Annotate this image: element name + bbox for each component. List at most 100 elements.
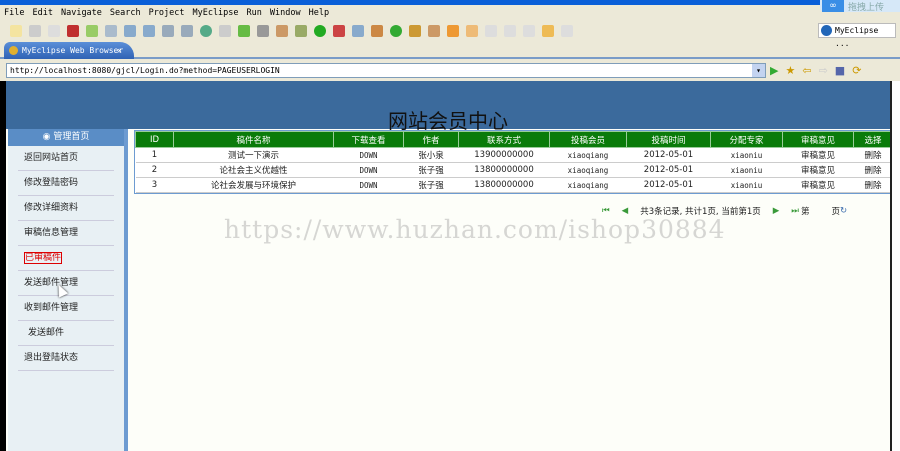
next-annotation-icon[interactable]: [485, 25, 497, 37]
g-icon[interactable]: [390, 25, 402, 37]
cell-title: 论社会主义优越性: [173, 162, 334, 178]
address-bar[interactable]: http://localhost:8080/gjcl/Login.do?meth…: [6, 63, 766, 78]
cell-opinion[interactable]: 审稿意见: [782, 177, 854, 193]
scrollbar[interactable]: [890, 81, 900, 451]
cell-title: 测试一下演示: [173, 147, 334, 163]
go-icon[interactable]: ↻: [840, 206, 847, 216]
menu-file[interactable]: File: [4, 6, 24, 20]
back-icon[interactable]: [542, 25, 554, 37]
cell-contact: 13800000000: [458, 177, 550, 193]
wizard-icon[interactable]: [276, 25, 288, 37]
menu-search[interactable]: Search: [110, 6, 141, 20]
new-class-icon[interactable]: [352, 25, 364, 37]
col-title: 稿件名称: [173, 131, 334, 148]
run-icon[interactable]: [314, 25, 326, 37]
back-icon[interactable]: ⇦: [802, 64, 811, 77]
upload-widget[interactable]: ∞ 拖拽上传: [820, 0, 900, 13]
console-icon[interactable]: [257, 25, 269, 37]
cell-expert: xiaoniu: [710, 177, 783, 193]
col-contact: 联系方式: [458, 131, 550, 148]
sidebar-item-review-info[interactable]: 审稿信息管理: [18, 221, 114, 246]
report-icon[interactable]: [181, 25, 193, 37]
sidebar-item-send-mail[interactable]: 发送邮件: [18, 321, 114, 346]
jar-icon[interactable]: [219, 25, 231, 37]
col-member: 投稿会员: [549, 131, 627, 148]
sidebar-item-label: 发送邮件: [28, 328, 65, 338]
cell-download[interactable]: DOWN: [333, 177, 404, 193]
save-icon[interactable]: [29, 25, 41, 37]
new-icon[interactable]: [10, 25, 22, 37]
perspective-button[interactable]: MyEclipse ...: [818, 23, 896, 48]
sidebar-item-password[interactable]: 修改登陆密码: [18, 171, 114, 196]
table-row: 2 论社会主义优越性 DOWN 张子强 13800000000 xiaoqiang 2012…: [135, 162, 893, 178]
sidebar-item-label: 审稿信息管理: [24, 228, 79, 238]
close-icon[interactable]: ✕: [117, 42, 122, 59]
refresh-icon[interactable]: [238, 25, 250, 37]
menu-navigate[interactable]: Navigate: [61, 6, 102, 20]
sidebar: ◉ 管理首页 返回网站首页 修改登陆密码 修改详细资料 审稿信息管理 已审稿件 …: [8, 129, 128, 451]
browser-icon: [9, 46, 18, 55]
open-type-icon[interactable]: [409, 25, 421, 37]
menu-edit[interactable]: Edit: [32, 6, 52, 20]
sidebar-item-reviewed[interactable]: 已审稿件: [18, 246, 114, 271]
menu-run[interactable]: Run: [247, 6, 262, 20]
page-number-input[interactable]: [809, 205, 832, 217]
cell-download[interactable]: DOWN: [333, 162, 404, 178]
sidebar-item-profile[interactable]: 修改详细资料: [18, 196, 114, 221]
cell-member: xiaoqiang: [549, 177, 627, 193]
debug-icon[interactable]: [86, 25, 98, 37]
last-page-icon[interactable]: ⏭: [791, 206, 799, 216]
cell-author: 张子强: [403, 162, 459, 178]
open-resource-icon[interactable]: [447, 25, 459, 37]
external-tools-icon[interactable]: [333, 25, 345, 37]
globe-icon[interactable]: [200, 25, 212, 37]
cell-opinion[interactable]: 审稿意见: [782, 162, 854, 178]
favorites-icon[interactable]: ★: [785, 64, 795, 77]
cell-opinion[interactable]: 审稿意见: [782, 147, 854, 163]
forward-icon[interactable]: [561, 25, 573, 37]
menu-myeclipse[interactable]: MyEclipse: [192, 6, 238, 20]
sidebar-item-home[interactable]: 返回网站首页: [18, 146, 114, 171]
forward-icon[interactable]: ⇨: [819, 64, 828, 77]
chevron-down-icon[interactable]: ▾: [752, 64, 765, 77]
watermark: https://www.huzhan.com/ishop30884: [224, 215, 726, 244]
cell-delete[interactable]: 删除: [853, 177, 893, 193]
sidebar-head-label: 管理首页: [53, 132, 90, 142]
cell-title: 论社会发展与环境保护: [173, 177, 334, 193]
deploy-icon[interactable]: [124, 25, 136, 37]
last-edit-icon[interactable]: [523, 25, 535, 37]
refresh-icon[interactable]: ⟳: [852, 64, 861, 77]
browser-content: 网站会员中心 ◉ 管理首页 返回网站首页 修改登陆密码 修改详细资料 审稿信息管…: [0, 81, 894, 451]
prev-annotation-icon[interactable]: [504, 25, 516, 37]
sidebar-item-label: 修改登陆密码: [24, 178, 79, 188]
page-prefix: 第: [800, 207, 810, 217]
db-icon[interactable]: [162, 25, 174, 37]
rocket-icon[interactable]: [428, 25, 440, 37]
print-icon[interactable]: [48, 25, 60, 37]
manuscript-table: ID 稿件名称 下载查看 作者 联系方式 投稿会员 投稿时间 分配专家 审稿意见…: [134, 130, 894, 194]
new-package-icon[interactable]: [371, 25, 383, 37]
col-opinion: 审稿意见: [782, 131, 854, 148]
cloud-icon: ∞: [822, 0, 844, 12]
deploy2-icon[interactable]: [143, 25, 155, 37]
go-icon[interactable]: ▶: [770, 64, 778, 77]
menu-help[interactable]: Help: [309, 6, 329, 20]
sidebar-item-logout[interactable]: 退出登陆状态: [18, 346, 114, 371]
server-icon[interactable]: [105, 25, 117, 37]
cell-author: 张子强: [403, 177, 459, 193]
cell-member: xiaoqiang: [549, 147, 627, 163]
menu-window[interactable]: Window: [270, 6, 301, 20]
cell-delete[interactable]: 删除: [853, 147, 893, 163]
menu-project[interactable]: Project: [149, 6, 185, 20]
cell-download[interactable]: DOWN: [333, 147, 404, 163]
stop-icon[interactable]: ■: [835, 64, 845, 77]
sidebar-item-inbox[interactable]: 收到邮件管理: [18, 296, 114, 321]
sidebar-head[interactable]: ◉ 管理首页: [8, 129, 124, 146]
upload-label: 拖拽上传: [848, 3, 885, 13]
folder-icon[interactable]: [466, 25, 478, 37]
package-icon[interactable]: [67, 25, 79, 37]
next-page-icon[interactable]: ▶: [773, 206, 780, 216]
cell-delete[interactable]: 删除: [853, 162, 893, 178]
tab-web-browser[interactable]: MyEclipse Web Browser ✕: [4, 42, 134, 59]
settings-icon[interactable]: [295, 25, 307, 37]
